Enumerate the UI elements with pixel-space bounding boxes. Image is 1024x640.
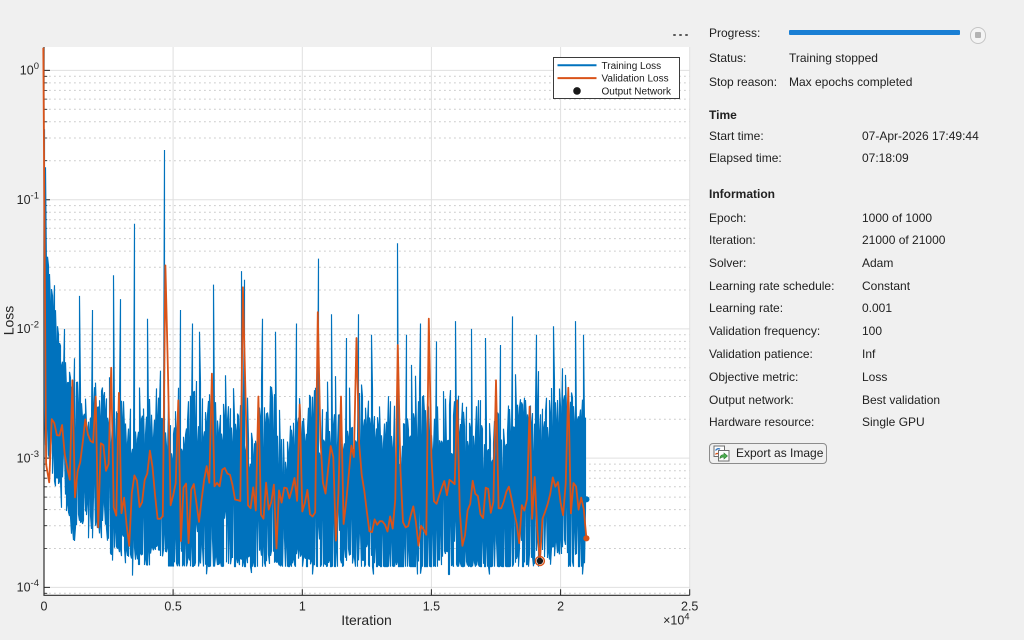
svg-text:Validation Loss: Validation Loss bbox=[602, 74, 669, 85]
svg-text:0.5: 0.5 bbox=[164, 600, 181, 614]
svg-text:×104: ×104 bbox=[663, 612, 690, 628]
svg-text:Loss: Loss bbox=[1, 306, 17, 336]
svg-text:10-4: 10-4 bbox=[17, 578, 39, 595]
svg-text:2: 2 bbox=[557, 600, 564, 614]
svg-text:Training Loss: Training Loss bbox=[602, 61, 662, 72]
svg-text:10-1: 10-1 bbox=[17, 191, 39, 208]
svg-text:Iteration: Iteration bbox=[341, 612, 392, 628]
svg-text:1: 1 bbox=[299, 600, 306, 614]
svg-text:Output Network: Output Network bbox=[602, 86, 672, 97]
svg-text:100: 100 bbox=[20, 61, 39, 78]
svg-text:10-2: 10-2 bbox=[17, 320, 39, 337]
svg-text:1.5: 1.5 bbox=[423, 600, 440, 614]
svg-text:10-3: 10-3 bbox=[17, 449, 39, 466]
svg-text:0: 0 bbox=[41, 600, 48, 614]
